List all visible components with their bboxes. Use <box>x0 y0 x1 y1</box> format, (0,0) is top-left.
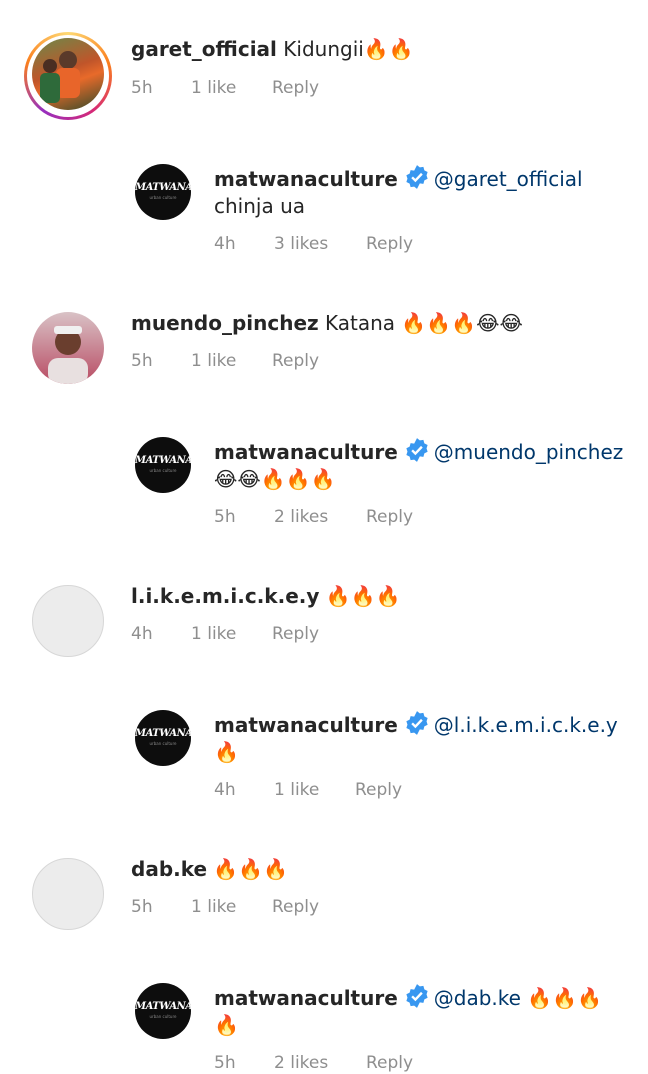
timestamp: 4h <box>214 780 236 800</box>
timestamp: 5h <box>131 351 153 371</box>
timestamp: 5h <box>131 897 153 917</box>
timestamp: 4h <box>214 234 236 254</box>
likes-count[interactable]: 1 like <box>191 350 236 372</box>
likes-count[interactable]: 3 likes <box>274 233 328 255</box>
reply-button[interactable]: Reply <box>272 350 319 372</box>
likes-count[interactable]: 1 like <box>191 77 236 99</box>
avatar[interactable]: MATWANA urban culture <box>135 164 191 220</box>
comment-text-suffix: 🔥🔥🔥 <box>527 986 603 1010</box>
likes-count[interactable]: 1 like <box>191 896 236 918</box>
timestamp: 5h <box>214 507 236 527</box>
username[interactable]: dab.ke <box>131 857 207 881</box>
avatar[interactable] <box>32 585 104 657</box>
username[interactable]: l.i.k.e.m.i.c.k.e.y <box>131 584 319 608</box>
matwana-logo: MATWANA <box>135 1001 191 1012</box>
comment-text: Kidungii🔥🔥 <box>283 37 414 61</box>
avatar[interactable] <box>32 858 104 930</box>
verified-badge-icon <box>406 438 428 462</box>
likes-count[interactable]: 1 like <box>274 779 319 801</box>
timestamp: 4h <box>131 624 153 644</box>
comment-line: garet_official Kidungii🔥🔥 <box>131 35 414 63</box>
avatar[interactable] <box>32 312 104 384</box>
mention-link[interactable]: @l.i.k.e.m.i.c.k.e.y <box>434 713 618 737</box>
matwana-logo: MATWANA <box>135 182 191 193</box>
comment-line: l.i.k.e.m.i.c.k.e.y 🔥🔥🔥 <box>131 582 401 610</box>
username[interactable]: matwanaculture <box>214 167 398 191</box>
comment-text: Katana 🔥🔥🔥😂😂 <box>325 311 523 335</box>
comment-text: chinja ua <box>214 194 306 218</box>
reply-button[interactable]: Reply <box>272 77 319 99</box>
timestamp: 5h <box>214 1053 236 1073</box>
verified-badge-icon <box>406 711 428 735</box>
reply-button[interactable]: Reply <box>272 896 319 918</box>
likes-count[interactable]: 2 likes <box>274 1052 328 1074</box>
comment-line: dab.ke 🔥🔥🔥 <box>131 855 288 883</box>
reply-button[interactable]: Reply <box>366 1052 413 1074</box>
mention-link[interactable]: @garet_official <box>434 167 583 191</box>
reply-button[interactable]: Reply <box>366 506 413 528</box>
comment-text: 🔥 <box>214 740 239 764</box>
username[interactable]: garet_official <box>131 37 277 61</box>
username[interactable]: matwanaculture <box>214 713 398 737</box>
reply-button[interactable]: Reply <box>366 233 413 255</box>
timestamp: 5h <box>131 78 153 98</box>
username[interactable]: matwanaculture <box>214 986 398 1010</box>
matwana-logo: MATWANA <box>135 728 191 739</box>
verified-badge-icon <box>406 984 428 1008</box>
username[interactable]: muendo_pinchez <box>131 311 319 335</box>
reply-button[interactable]: Reply <box>355 779 402 801</box>
avatar-photo <box>48 326 88 384</box>
reply-button[interactable]: Reply <box>272 623 319 645</box>
avatar[interactable]: MATWANA urban culture <box>135 437 191 493</box>
comment-text: 🔥🔥🔥 <box>325 584 401 608</box>
avatar[interactable]: MATWANA urban culture <box>135 710 191 766</box>
username[interactable]: matwanaculture <box>214 440 398 464</box>
mention-link[interactable]: @muendo_pinchez <box>434 440 623 464</box>
comment-text: 🔥🔥🔥 <box>213 857 289 881</box>
comment-text: 😂😂🔥🔥🔥 <box>214 467 336 491</box>
avatar[interactable] <box>32 38 104 110</box>
comment-line: matwanaculture @muendo_pinchez <box>214 437 623 466</box>
likes-count[interactable]: 2 likes <box>274 506 328 528</box>
comment-line: matwanaculture @l.i.k.e.m.i.c.k.e.y <box>214 710 618 739</box>
avatar[interactable]: MATWANA urban culture <box>135 983 191 1039</box>
avatar-photo <box>40 51 80 103</box>
verified-badge-icon <box>406 165 428 189</box>
comment-line: matwanaculture @garet_official <box>214 164 583 193</box>
mention-link[interactable]: @dab.ke <box>434 986 521 1010</box>
comment-text: 🔥 <box>214 1013 239 1037</box>
matwana-logo: MATWANA <box>135 455 191 466</box>
likes-count[interactable]: 1 like <box>191 623 236 645</box>
comment-line: matwanaculture @dab.ke 🔥🔥🔥 <box>214 983 602 1012</box>
comment-line: muendo_pinchez Katana 🔥🔥🔥😂😂 <box>131 309 523 337</box>
